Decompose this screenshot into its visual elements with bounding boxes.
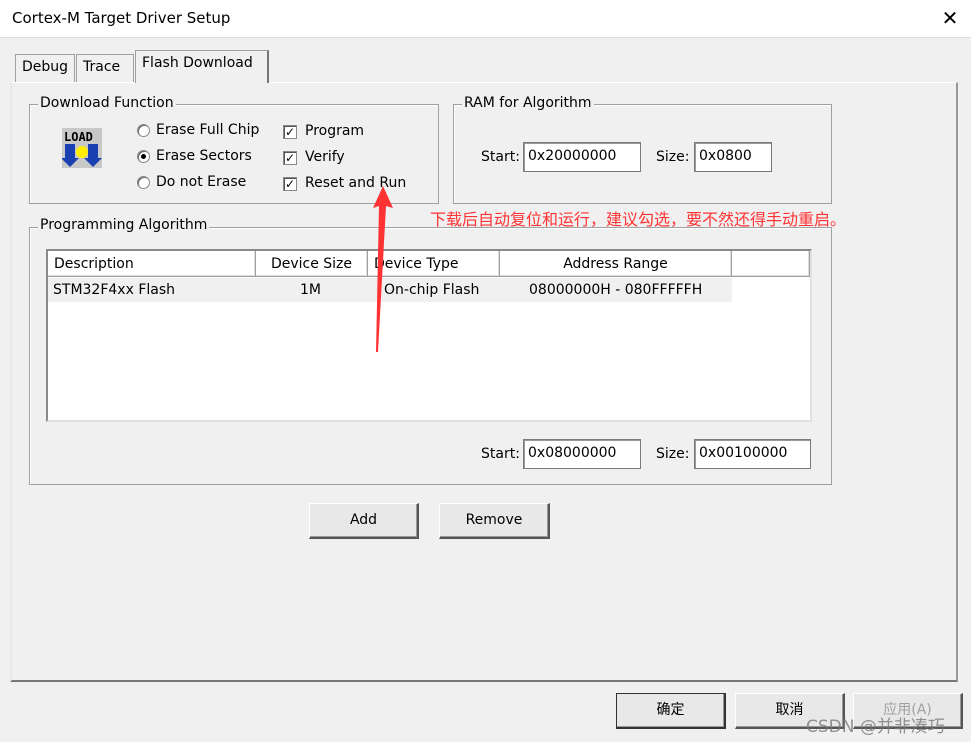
start-label: Start:: [481, 149, 520, 165]
radio-label: Erase Full Chip: [156, 122, 260, 138]
cell-device-size: 1M: [300, 282, 321, 298]
erase-full-chip-radio[interactable]: [137, 124, 150, 137]
start-label: Start:: [481, 446, 520, 462]
group-label: Programming Algorithm: [38, 217, 210, 233]
tab-label: Flash Download: [142, 55, 253, 71]
ram-size-input[interactable]: 0x0800: [694, 142, 772, 172]
annotation-text: 下载后自动复位和运行，建议勾选，要不然还得手动重启。: [430, 210, 847, 229]
load-icon: LOAD: [61, 128, 102, 168]
svg-text:LOAD: LOAD: [64, 130, 93, 144]
cell-device-type: On-chip Flash: [384, 282, 480, 298]
radio-label: Erase Sectors: [156, 148, 252, 164]
tab-trace[interactable]: Trace: [76, 54, 134, 82]
reset-and-run-checkbox[interactable]: ✓: [283, 177, 297, 191]
do-not-erase-radio[interactable]: [137, 176, 150, 189]
tab-label: Trace: [83, 59, 121, 75]
tab-label: Debug: [22, 59, 69, 75]
flash-size-input[interactable]: 0x00100000: [694, 439, 811, 469]
tab-flash-download[interactable]: Flash Download: [135, 50, 269, 83]
ok-button[interactable]: 确定: [616, 693, 726, 729]
tab-debug[interactable]: Debug: [15, 54, 75, 82]
checkbox-label: Program: [305, 123, 365, 139]
checkbox-label: Verify: [305, 149, 345, 165]
cell-description: STM32F4xx Flash: [53, 282, 176, 298]
column-header-device-size[interactable]: Device Size: [256, 251, 368, 277]
erase-sectors-radio[interactable]: [137, 150, 150, 163]
group-label: Download Function: [38, 95, 176, 111]
group-label: RAM for Algorithm: [462, 95, 594, 111]
column-header-address-range[interactable]: Address Range: [500, 251, 732, 277]
title-bar: Cortex-M Target Driver Setup ✕: [0, 0, 971, 38]
watermark: CSDN @并非凑巧: [806, 717, 945, 737]
program-checkbox[interactable]: ✓: [283, 125, 297, 139]
cell-address-range: 08000000H - 080FFFFFH: [529, 282, 703, 298]
close-icon[interactable]: ✕: [936, 4, 964, 32]
arrow-annotation-icon: [373, 186, 393, 352]
flash-start-input[interactable]: 0x08000000: [523, 439, 641, 469]
column-header-empty: [732, 251, 810, 277]
column-header-description[interactable]: Description: [48, 251, 256, 277]
ram-start-input[interactable]: 0x20000000: [523, 142, 641, 172]
algorithm-list[interactable]: Description Device Size Device Type Addr…: [46, 249, 812, 422]
verify-checkbox[interactable]: ✓: [283, 151, 297, 165]
remove-button[interactable]: Remove: [439, 503, 550, 539]
size-label: Size:: [656, 446, 690, 462]
add-button[interactable]: Add: [309, 503, 419, 539]
size-label: Size:: [656, 149, 690, 165]
radio-label: Do not Erase: [156, 174, 247, 190]
window-title: Cortex-M Target Driver Setup: [12, 9, 231, 27]
